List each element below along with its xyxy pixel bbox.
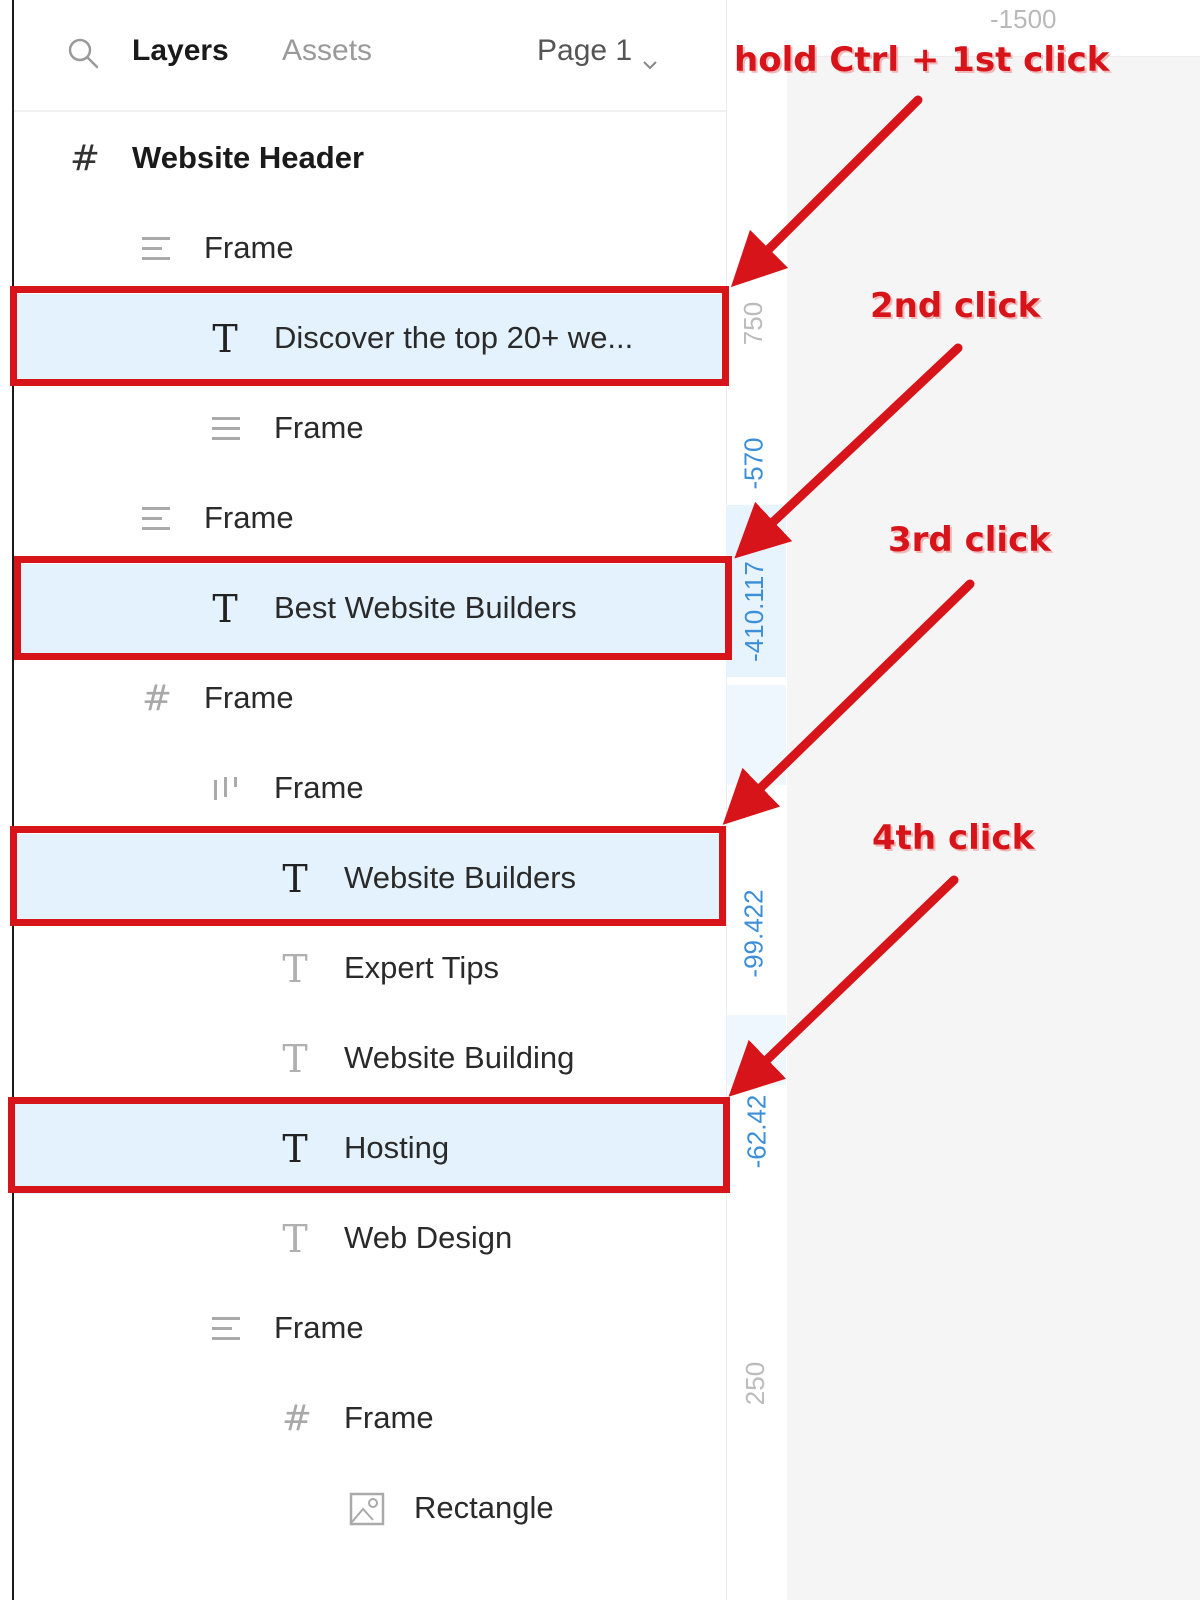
layer-label: Frame [344,1400,434,1435]
text-icon: T [282,1217,308,1261]
layer-label: Website Building [344,1040,575,1075]
layer-row-web-design[interactable]: T Web Design [14,1194,726,1284]
layer-label: Expert Tips [344,950,500,985]
hash-frame-icon: # [141,678,173,719]
align-left-icon [206,408,248,450]
layer-row-expert-tips[interactable]: T Expert Tips [14,924,726,1014]
text-icon: T [212,317,238,361]
ruler-x-label: -1500 [990,4,1057,34]
layer-row-frame[interactable]: # Frame [14,1374,726,1464]
design-canvas[interactable] [787,0,1200,1600]
layer-row-website-header[interactable]: # Website Header [14,114,726,204]
layer-label: Discover the top 20+ we... [274,320,634,355]
annotation-first-click: hold Ctrl + 1st click [734,40,1110,80]
ruler-label: -410.117 [738,561,769,662]
page-selector-label: Page 1 [537,34,633,67]
layer-row-website-builders[interactable]: T Website Builders [14,834,726,924]
ruler-label: 750 [738,301,769,346]
layer-label: Frame [274,1310,364,1345]
layer-row-frame[interactable]: Frame [14,204,726,294]
layer-row-hosting[interactable]: T Hosting [14,1104,726,1194]
layer-row-website-building[interactable]: T Website Building [14,1014,726,1104]
ruler-label: 250 [740,1361,771,1406]
text-icon: T [282,1127,308,1171]
layer-label: Hosting [344,1130,450,1165]
layer-label: Website Header [132,140,365,175]
layer-label: Frame [204,680,294,715]
layer-row-frame[interactable]: Frame [14,474,726,564]
layer-row-frame[interactable]: # Frame [14,654,726,744]
tab-layers[interactable]: Layers [132,34,229,68]
layer-label: Frame [274,410,364,445]
text-icon: T [282,947,308,991]
columns-icon [206,768,248,810]
text-icon: T [212,587,238,631]
text-icon: T [282,857,308,901]
ruler-label: -99.422 [738,889,769,978]
layer-label: Rectangle [414,1490,554,1525]
layer-row-rectangle[interactable]: Rectangle [14,1464,726,1554]
annotation-fourth-click: 4th click [872,818,1035,858]
ruler-selection-band [726,685,786,785]
ruler-selection-band [726,1015,786,1085]
layer-label: Best Website Builders [274,590,577,625]
layer-row-frame[interactable]: Frame [14,384,726,474]
layer-label: Frame [204,230,294,265]
align-left-icon [136,498,178,540]
window-left-edge [0,0,12,1600]
vertical-ruler [726,0,787,1600]
hash-frame-icon: # [69,138,101,179]
align-left-icon [206,1308,248,1350]
layer-row-frame[interactable]: Frame [14,744,726,834]
image-icon [346,1488,388,1530]
ruler-label: -570 [738,437,769,490]
search-icon[interactable] [66,36,100,70]
layer-row-frame[interactable]: Frame [14,1284,726,1374]
ruler-label: -62.42 [741,1094,772,1169]
layer-row-discover-text[interactable]: T Discover the top 20+ we... [14,294,726,384]
layer-label: Frame [274,770,364,805]
chevron-down-icon [642,45,658,70]
layer-label: Frame [204,500,294,535]
tab-assets[interactable]: Assets [282,34,372,68]
annotation-third-click: 3rd click [888,520,1051,560]
align-left-icon [136,228,178,270]
layer-label: Website Builders [344,860,577,895]
text-icon: T [282,1037,308,1081]
hash-frame-icon: # [281,1398,313,1439]
annotation-second-click: 2nd click [870,286,1041,326]
layer-label: Web Design [344,1220,513,1255]
page-selector[interactable]: Page 1 [537,34,658,70]
layer-row-best-website-builders[interactable]: T Best Website Builders [14,564,726,654]
